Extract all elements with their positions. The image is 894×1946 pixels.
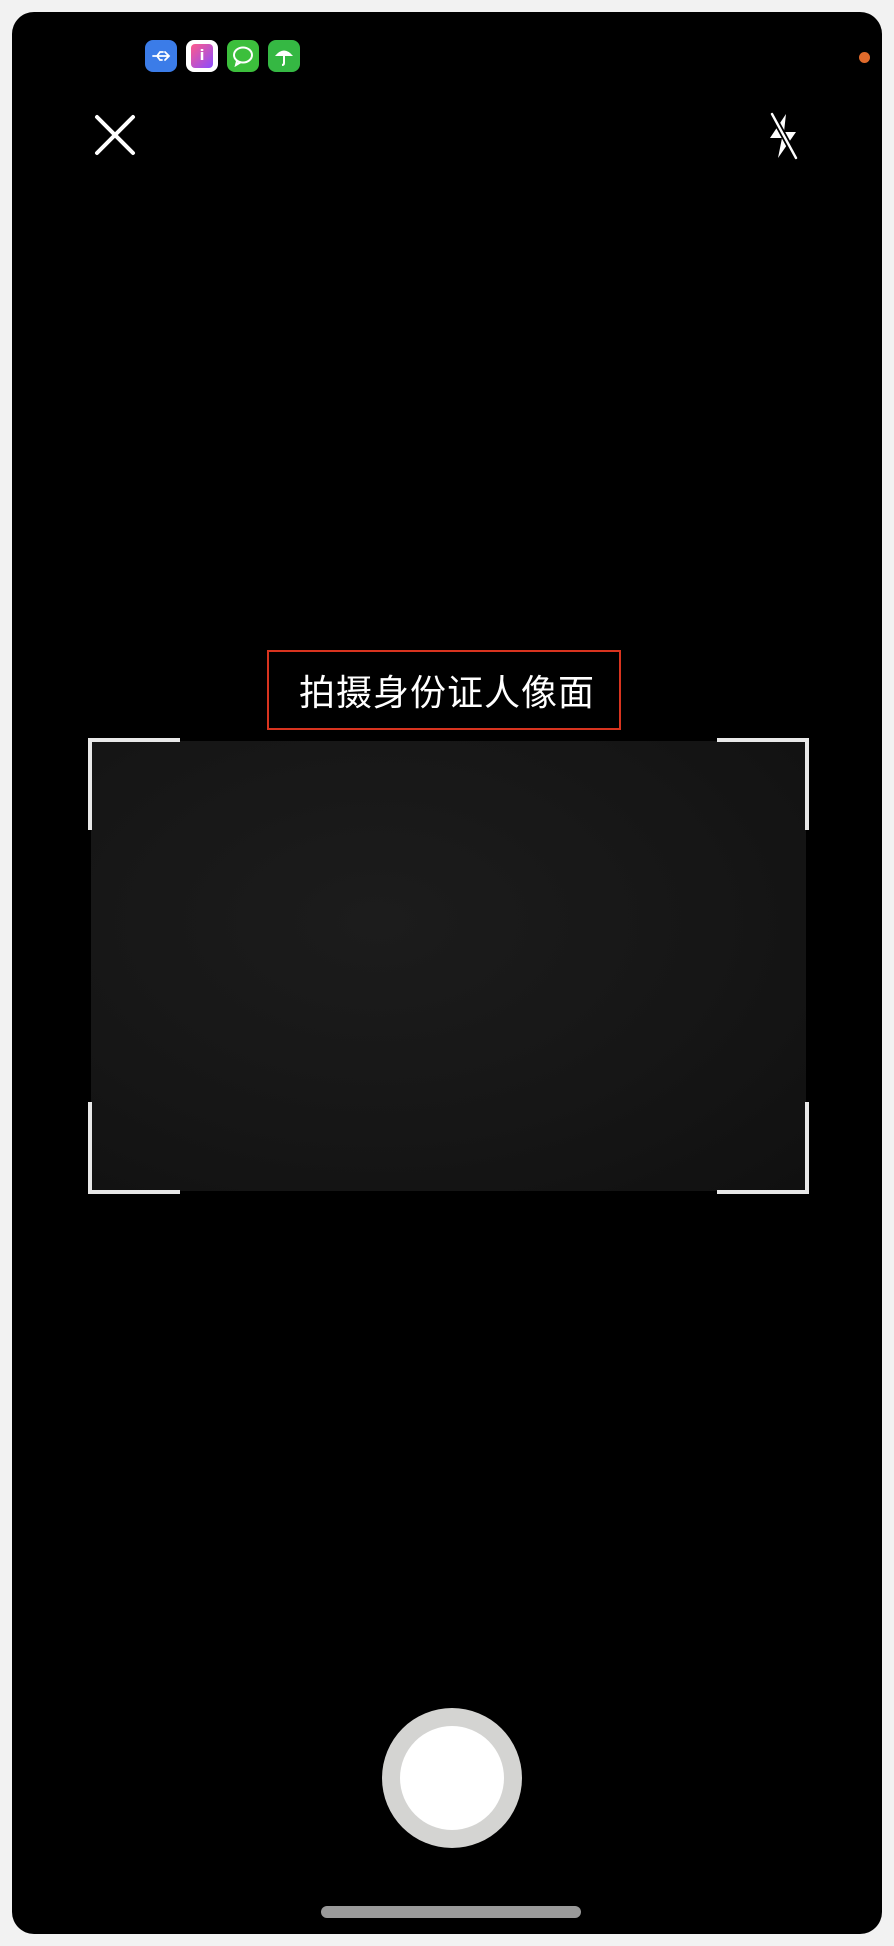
shutter-button[interactable] [382, 1708, 522, 1848]
home-indicator[interactable] [321, 1906, 581, 1918]
usb-icon [145, 40, 177, 72]
flash-toggle-button[interactable] [760, 110, 806, 162]
id-card-scan-frame [88, 738, 809, 1194]
close-icon [95, 115, 135, 155]
status-bar: i [12, 12, 882, 82]
frame-corner-bottom-right [717, 1102, 809, 1194]
book-glyph: i [191, 44, 213, 68]
umbrella-app-icon [268, 40, 300, 72]
frame-corner-top-left [88, 738, 180, 830]
capture-prompt-text: 拍摄身份证人像面 [298, 673, 595, 714]
status-app-icons: i [145, 40, 300, 72]
frame-corner-bottom-left [88, 1102, 180, 1194]
capture-prompt: 拍摄身份证人像面 [267, 650, 621, 730]
frame-corner-top-right [717, 738, 809, 830]
flash-off-icon [769, 112, 799, 160]
close-button[interactable] [92, 112, 138, 158]
notification-dot [859, 52, 870, 63]
book-app-icon: i [186, 40, 218, 72]
message-app-icon [227, 40, 259, 72]
chat-bubble-icon [233, 46, 253, 68]
umbrella-icon [275, 50, 293, 66]
shutter-inner [400, 1726, 504, 1830]
usb-symbol [152, 51, 171, 61]
camera-screen: i 拍摄身份证人像面 [12, 12, 882, 1934]
